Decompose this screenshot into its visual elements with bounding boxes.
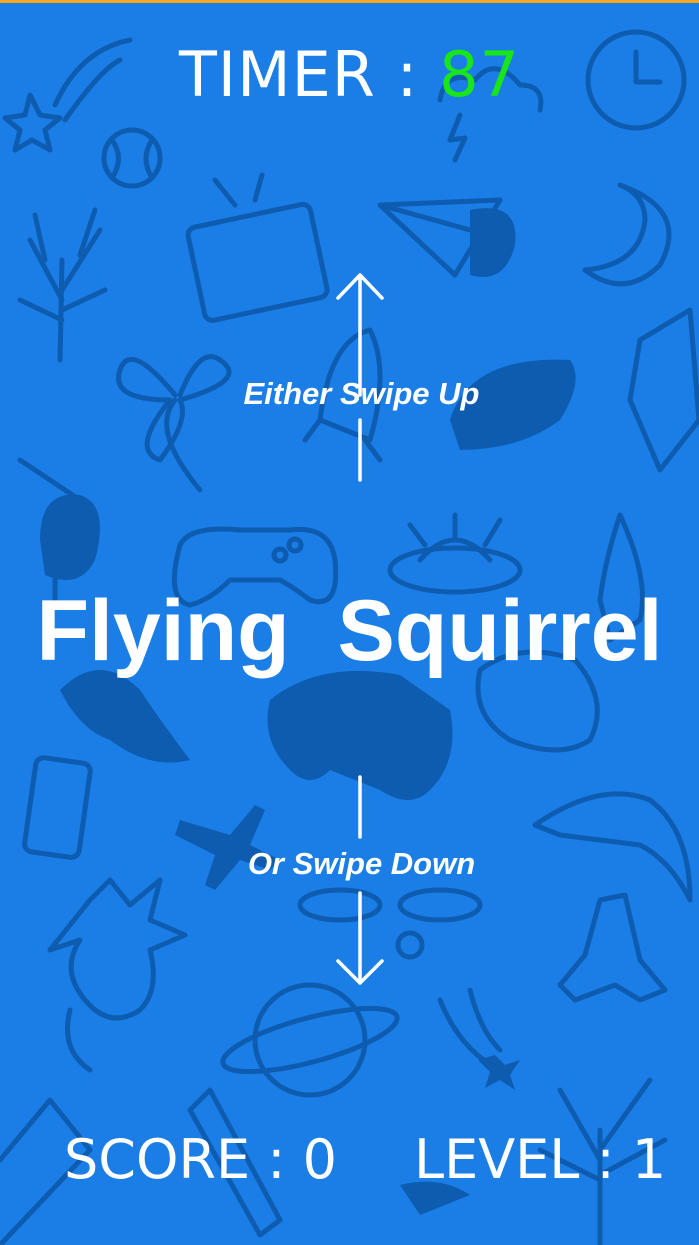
kiwi-bird-doodle: [17, 457, 100, 603]
timer-value: 87: [439, 38, 521, 111]
tree-doodle: [17, 207, 108, 363]
timer-label: TIMER :: [178, 38, 419, 111]
planet-doodle: [220, 982, 400, 1098]
baseball-doodle: [101, 127, 163, 189]
swipe-up-hint: Either Swipe Up: [243, 376, 480, 411]
moon-doodle: [582, 182, 672, 287]
score-value: 0: [302, 1128, 338, 1191]
phone-doodle: [22, 755, 93, 860]
anime-character-doodle: [47, 877, 188, 1073]
ufo-doodle: [387, 512, 523, 595]
drone-doodle: [297, 887, 483, 960]
swipe-down-hint: Or Swipe Down: [247, 846, 476, 881]
animal-word[interactable]: Flying Squirrel: [0, 582, 699, 681]
silhouette-doodle: [60, 670, 190, 763]
paper-plane-doodle: [377, 197, 516, 278]
level-value: 1: [631, 1128, 667, 1191]
score-label: SCORE :: [64, 1128, 286, 1191]
timer-display: TIMER : 87: [0, 38, 699, 111]
score-display: SCORE : 0: [64, 1128, 337, 1191]
swipe-down-arrow-icon: [336, 775, 384, 985]
level-label: LEVEL :: [414, 1128, 615, 1191]
comet-doodle: [437, 987, 520, 1090]
level-display: LEVEL : 1: [414, 1128, 666, 1191]
space-shuttle-doodle: [557, 892, 668, 1003]
tv-doodle: [185, 172, 330, 323]
